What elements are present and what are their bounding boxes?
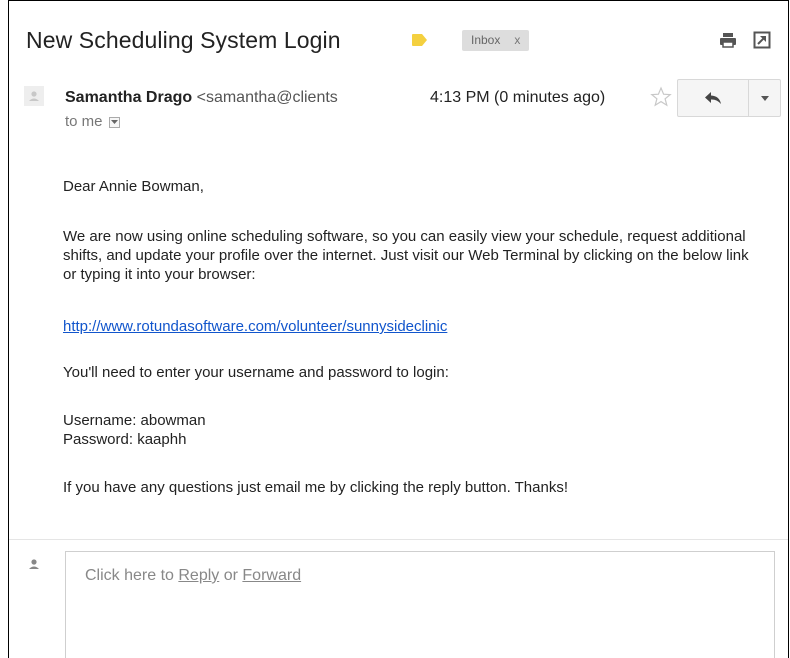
star-icon[interactable] [650, 86, 672, 108]
print-icon[interactable] [719, 31, 737, 49]
inbox-label-text: Inbox [471, 33, 501, 47]
inbox-label-chip: Inbox x [462, 30, 530, 51]
sender-info: Samantha Drago <samantha@clients [65, 89, 338, 107]
show-details-button[interactable] [108, 117, 120, 128]
recipient-text: to me [65, 113, 103, 130]
remove-label-button[interactable]: x [514, 33, 520, 47]
body-closing: If you have any questions just email me … [63, 479, 568, 496]
email-view: New Scheduling System Login Inbox x Saman… [8, 0, 789, 658]
more-options-button[interactable] [748, 79, 781, 117]
reply-button[interactable] [677, 79, 749, 117]
forward-link[interactable]: Forward [242, 567, 301, 584]
body-username: Username: abowman [63, 412, 206, 429]
reply-link[interactable]: Reply [178, 567, 219, 584]
web-terminal-link[interactable]: http://www.rotundasoftware.com/volunteer… [63, 318, 447, 335]
label-tag-icon[interactable] [412, 34, 427, 46]
user-avatar-icon [24, 555, 44, 575]
sender-name[interactable]: Samantha Drago [65, 89, 192, 106]
subject-header: New Scheduling System Login Inbox x [9, 1, 788, 73]
new-window-icon[interactable] [753, 31, 771, 49]
sender-avatar-icon [24, 86, 44, 106]
reply-prompt-or: or [219, 567, 243, 584]
email-subject: New Scheduling System Login [26, 27, 341, 53]
body-intro: We are now using online scheduling softw… [63, 228, 749, 283]
body-login-instructions: You'll need to enter your username and p… [63, 364, 449, 381]
body-password: Password: kaaphh [63, 431, 187, 448]
reply-arrow-icon [705, 92, 721, 104]
quick-reply-box[interactable]: Click here to Reply or Forward [65, 551, 775, 658]
body-greeting: Dear Annie Bowman, [63, 178, 204, 195]
message-timestamp: 4:13 PM (0 minutes ago) [430, 89, 606, 106]
sender-email: <samantha@clients [196, 89, 338, 106]
chevron-down-icon [761, 96, 769, 101]
reply-prompt: Click here to Reply or Forward [85, 567, 301, 585]
chevron-down-icon [110, 120, 118, 124]
message-divider [9, 539, 788, 540]
recipient-line: to me [65, 113, 120, 130]
reply-prompt-prefix: Click here to [85, 567, 179, 584]
